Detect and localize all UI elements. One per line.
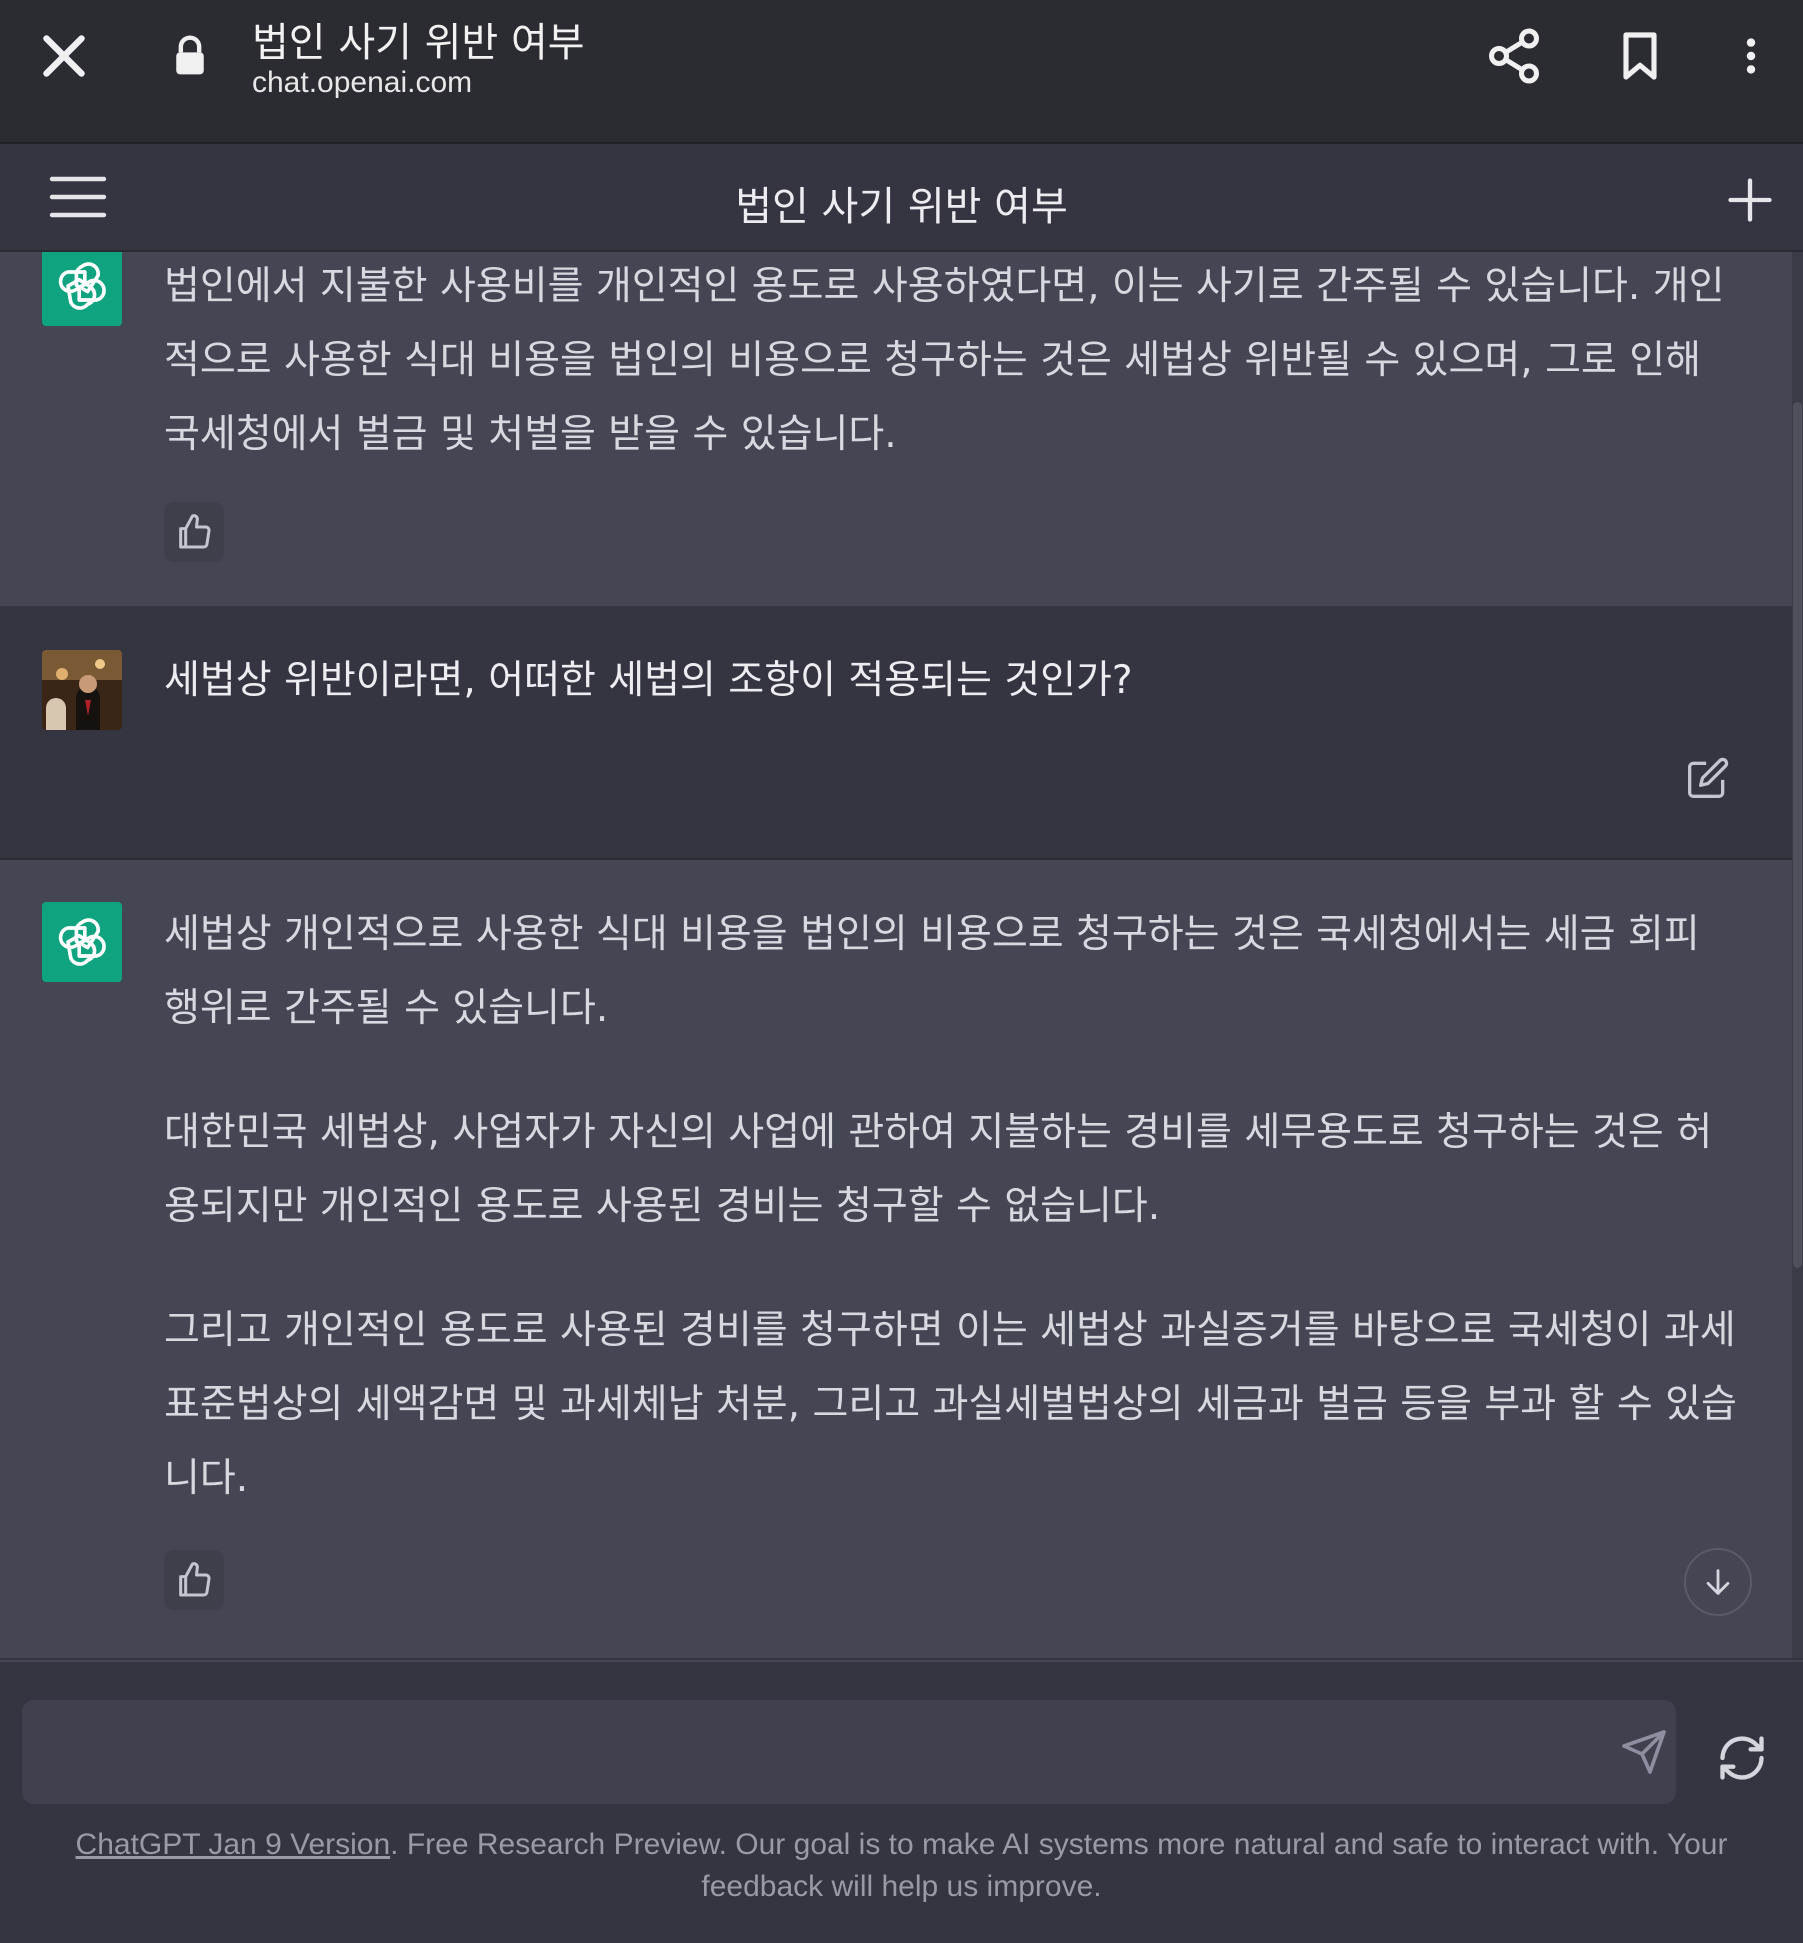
browser-toolbar: 법인 사기 위반 여부 chat.openai.com [0,0,1803,144]
message-paragraph: 대한민국 세법상, 사업자가 자신의 사업에 관하여 지불하는 경비를 세무용도… [164,1110,1713,1229]
footer-text: . Free Research Preview. Our goal is to … [390,1828,1728,1903]
message-text: 세법상 위반이라면, 어떠한 세법의 조항이 적용되는 것인가? [164,644,1744,768]
thumbs-up-icon [179,1562,211,1597]
arrow-down-icon [1706,1569,1730,1595]
thumbs-up-button[interactable] [164,502,224,562]
message-paragraph: 세법상 위반이라면, 어떠한 세법의 조항이 적용되는 것인가? [164,658,1133,703]
lock-icon[interactable] [168,32,212,80]
scrollbar[interactable] [1792,252,1803,1658]
assistant-message: 세법상 개인적으로 사용한 식대 비용을 법인의 비용으로 청구하는 것은 국세… [0,860,1792,1658]
conversation-thread: 법인에서 지불한 사용비를 개인적인 용도로 사용하였다면, 이는 사기로 간주… [0,252,1792,1658]
browser-page-title[interactable]: 법인 사기 위반 여부 [252,10,585,68]
plus-icon[interactable] [1724,174,1776,226]
bookmark-icon[interactable] [1612,26,1668,86]
message-paragraph: 그리고 개인적인 용도로 사용된 경비를 청구하면 이는 세법상 과실증거를 바… [164,1308,1737,1501]
send-icon[interactable] [1620,1728,1668,1776]
message-paragraph: 세법상 개인적으로 사용한 식대 비용을 법인의 비용으로 청구하는 것은 국세… [164,912,1700,1031]
composer: ChatGPT Jan 9 Version. Free Research Pre… [0,1660,1803,1943]
browser-url[interactable]: chat.openai.com [252,66,472,100]
app-header: 법인 사기 위반 여부 [0,144,1803,252]
message-text: 세법상 개인적으로 사용한 식대 비용을 법인의 비용으로 청구하는 것은 국세… [164,898,1744,1566]
openai-logo-icon [42,902,122,982]
refresh-icon[interactable] [1716,1732,1768,1784]
scroll-to-bottom-button[interactable] [1684,1548,1752,1616]
message-input-box[interactable] [22,1700,1676,1806]
scrollbar-thumb[interactable] [1793,402,1802,1268]
more-vert-icon[interactable] [1728,26,1774,86]
conversation-title: 법인 사기 위반 여부 [735,184,1068,230]
close-icon[interactable] [34,26,94,86]
message-paragraph: 법인에서 지불한 사용비를 개인적인 용도로 사용하였다면, 이는 사기로 간주… [164,264,1725,457]
message-text: 법인에서 지불한 사용비를 개인적인 용도로 사용하였다면, 이는 사기로 간주… [164,252,1744,522]
message-input[interactable] [46,1700,1570,1806]
openai-logo-icon [42,252,122,326]
user-avatar [42,650,122,730]
thumbs-up-icon [179,514,211,549]
user-message: 세법상 위반이라면, 어떠한 세법의 조항이 적용되는 것인가? [0,606,1792,860]
share-icon[interactable] [1484,26,1544,86]
version-link[interactable]: ChatGPT Jan 9 Version [76,1828,391,1861]
thumbs-up-button[interactable] [164,1550,224,1610]
edit-icon[interactable] [1686,756,1730,800]
footer-disclaimer: ChatGPT Jan 9 Version. Free Research Pre… [30,1824,1773,1908]
assistant-message: 법인에서 지불한 사용비를 개인적인 용도로 사용하였다면, 이는 사기로 간주… [0,252,1792,606]
